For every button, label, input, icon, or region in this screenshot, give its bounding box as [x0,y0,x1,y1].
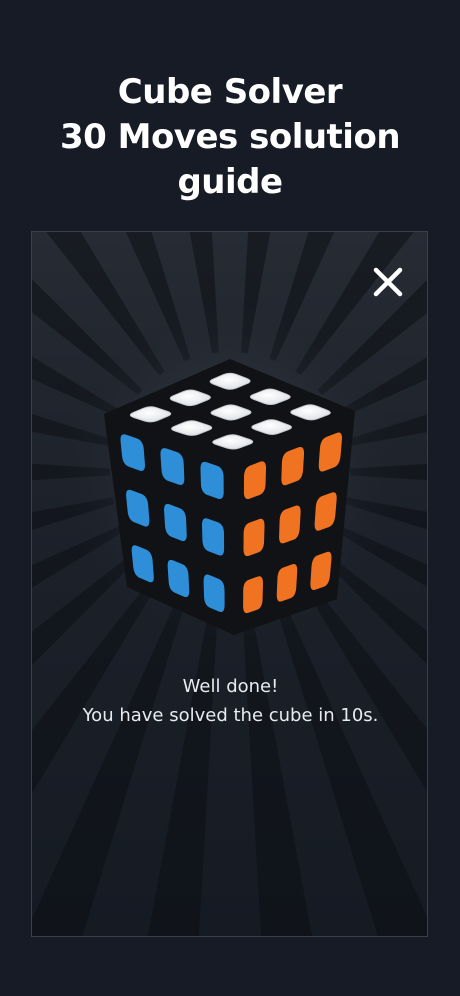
cube-tile-orange [243,576,264,614]
message-title: Well done! [182,676,279,697]
message-detail: You have solved the cube in 10s. [82,705,379,726]
headline-line-3: guide [177,162,283,202]
rubiks-cube-image [104,359,355,635]
page-headline: Cube Solver 30 Moves solution guide [0,70,460,205]
headline-line-2: 30 Moves solution [59,117,401,157]
success-message: Well done! You have solved the cube in 1… [32,672,427,730]
solved-dialog: Well done! You have solved the cube in 1… [31,231,428,937]
headline-line-1: Cube Solver [117,72,343,112]
